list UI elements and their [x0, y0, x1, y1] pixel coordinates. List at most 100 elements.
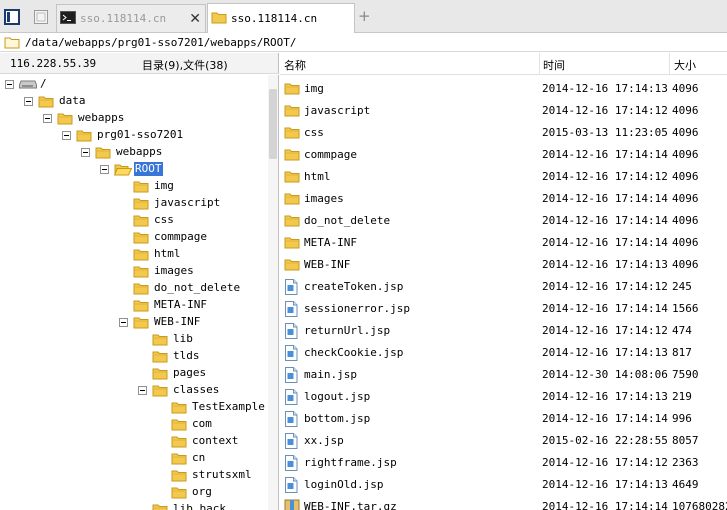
- file-time: 2015-02-16 22:28:55: [542, 434, 668, 447]
- tree-node-label[interactable]: img: [153, 179, 175, 193]
- address-path[interactable]: /data/webapps/prg01-sso7201/webapps/ROOT…: [25, 36, 297, 49]
- file-size: 4096: [672, 104, 699, 117]
- file-time: 2014-12-16 17:14:14: [542, 412, 668, 425]
- tree-node-label[interactable]: commpage: [153, 230, 208, 244]
- column-time[interactable]: 时间: [543, 57, 565, 73]
- column-divider[interactable]: [539, 53, 540, 74]
- collapse-toggle-icon[interactable]: [100, 165, 109, 174]
- file-size: 4096: [672, 126, 699, 139]
- folder-icon: [171, 451, 187, 468]
- tab-bar: sso.118114.cn ✕ sso.118114.cn +: [0, 0, 727, 33]
- collapse-toggle-icon[interactable]: [43, 114, 52, 123]
- tree-node-label[interactable]: classes: [172, 383, 220, 397]
- file-name: img: [304, 82, 324, 95]
- tree-node-label[interactable]: data: [58, 94, 87, 108]
- file-time: 2014-12-16 17:14:14: [542, 500, 668, 510]
- tab-files[interactable]: sso.118114.cn: [207, 3, 355, 33]
- tree-node-label[interactable]: do_not_delete: [153, 281, 241, 295]
- file-time: 2014-12-16 17:14:12: [542, 324, 668, 337]
- sidebar-toggle-icon[interactable]: [4, 9, 20, 25]
- file-row[interactable]: main.jsp 2014-12-30 14:08:06 7590: [280, 364, 727, 386]
- tree-node-label[interactable]: ROOT: [134, 162, 163, 176]
- collapse-toggle-icon[interactable]: [62, 131, 71, 140]
- file-time: 2014-12-16 17:14:14: [542, 192, 668, 205]
- tree-node-label[interactable]: WEB-INF: [153, 315, 201, 329]
- window-icon[interactable]: [33, 9, 49, 25]
- file-row[interactable]: commpage 2014-12-16 17:14:14 4096: [280, 144, 727, 166]
- folder-icon: [38, 94, 54, 111]
- file-row[interactable]: html 2014-12-16 17:14:12 4096: [280, 166, 727, 188]
- file-row[interactable]: META-INF 2014-12-16 17:14:14 4096: [280, 232, 727, 254]
- file-size: 1566: [672, 302, 699, 315]
- file-name: checkCookie.jsp: [304, 346, 404, 359]
- folder-icon: [152, 366, 168, 383]
- folder-icon: [133, 230, 149, 247]
- file-row[interactable]: WEB-INF.tar.gz 2014-12-16 17:14:14 1076802…: [280, 496, 727, 510]
- file-row[interactable]: sessionerror.jsp 2014-12-16 17:14:14 1566: [280, 298, 727, 320]
- tree-node-label[interactable]: /: [39, 77, 48, 91]
- collapse-toggle-icon[interactable]: [24, 97, 33, 106]
- file-size: 7590: [672, 368, 699, 381]
- file-icon: [284, 389, 298, 408]
- tree-node-label[interactable]: lib: [172, 332, 194, 346]
- file-icon: [284, 279, 298, 298]
- collapse-toggle-icon[interactable]: [138, 386, 147, 395]
- folder-icon: [133, 298, 149, 315]
- tree-node-label[interactable]: tlds: [172, 349, 201, 363]
- tree-node-label[interactable]: TestExample: [191, 400, 266, 414]
- file-row[interactable]: xx.jsp 2015-02-16 22:28:55 8057: [280, 430, 727, 452]
- file-row[interactable]: returnUrl.jsp 2014-12-16 17:14:12 474: [280, 320, 727, 342]
- folder-icon: [284, 147, 300, 164]
- tree-node-label[interactable]: org: [191, 485, 213, 499]
- folder-icon: [4, 35, 20, 49]
- file-row[interactable]: images 2014-12-16 17:14:14 4096: [280, 188, 727, 210]
- file-row[interactable]: img 2014-12-16 17:14:13 4096: [280, 78, 727, 100]
- folder-icon: [284, 169, 300, 186]
- file-icon: [284, 477, 298, 496]
- collapse-toggle-icon[interactable]: [81, 148, 90, 157]
- tree-node-label[interactable]: javascript: [153, 196, 221, 210]
- file-row[interactable]: css 2015-03-13 11:23:05 4096: [280, 122, 727, 144]
- file-row[interactable]: logout.jsp 2014-12-16 17:14:13 219: [280, 386, 727, 408]
- tree-node-label[interactable]: com: [191, 417, 213, 431]
- tree-node-label[interactable]: images: [153, 264, 195, 278]
- collapse-toggle-icon[interactable]: [5, 80, 14, 89]
- tree-node-label[interactable]: pages: [172, 366, 207, 380]
- file-list: img 2014-12-16 17:14:13 4096 javascript 2014…: [280, 75, 727, 510]
- tree-node-label[interactable]: css: [153, 213, 175, 227]
- tree-node-label[interactable]: webapps: [115, 145, 163, 159]
- column-divider[interactable]: [669, 53, 670, 74]
- collapse-toggle-icon[interactable]: [119, 318, 128, 327]
- file-row[interactable]: WEB-INF 2014-12-16 17:14:13 4096: [280, 254, 727, 276]
- tree-node-label[interactable]: context: [191, 434, 239, 448]
- file-time: 2014-12-16 17:14:12: [542, 280, 668, 293]
- folder-icon: [95, 145, 111, 162]
- tree-node-label[interactable]: webapps: [77, 111, 125, 125]
- tree-node-label[interactable]: cn: [191, 451, 206, 465]
- close-tab-icon[interactable]: ✕: [189, 12, 201, 26]
- tree-node-label[interactable]: lib_back: [172, 502, 227, 510]
- new-tab-button[interactable]: +: [358, 9, 371, 24]
- address-bar[interactable]: /data/webapps/prg01-sso7201/webapps/ROOT…: [0, 33, 727, 52]
- tree-node-label[interactable]: META-INF: [153, 298, 208, 312]
- file-row[interactable]: checkCookie.jsp 2014-12-16 17:14:13 817: [280, 342, 727, 364]
- file-name: rightframe.jsp: [304, 456, 397, 469]
- tree-node-label[interactable]: html: [153, 247, 182, 261]
- folder-icon: [133, 196, 149, 213]
- file-row[interactable]: createToken.jsp 2014-12-16 17:14:12 245: [280, 276, 727, 298]
- folder-icon: [133, 264, 149, 281]
- tree-node-label[interactable]: prg01-sso7201: [96, 128, 184, 142]
- column-name[interactable]: 名称: [284, 57, 306, 73]
- file-name: returnUrl.jsp: [304, 324, 391, 337]
- tab-terminal[interactable]: sso.118114.cn ✕: [56, 4, 206, 32]
- file-size: 4096: [672, 170, 699, 183]
- file-row[interactable]: javascript 2014-12-16 17:14:12 4096: [280, 100, 727, 122]
- file-row[interactable]: rightframe.jsp 2014-12-16 17:14:12 2363: [280, 452, 727, 474]
- file-row[interactable]: do_not_delete 2014-12-16 17:14:14 4096: [280, 210, 727, 232]
- file-row[interactable]: loginOld.jsp 2014-12-16 17:14:13 4649: [280, 474, 727, 496]
- file-row[interactable]: bottom.jsp 2014-12-16 17:14:14 996: [280, 408, 727, 430]
- column-size[interactable]: 大小: [674, 57, 696, 73]
- tree-node-label[interactable]: strutsxml: [191, 468, 253, 482]
- tree-scrollbar-thumb[interactable]: [269, 89, 277, 159]
- file-name: bottom.jsp: [304, 412, 371, 425]
